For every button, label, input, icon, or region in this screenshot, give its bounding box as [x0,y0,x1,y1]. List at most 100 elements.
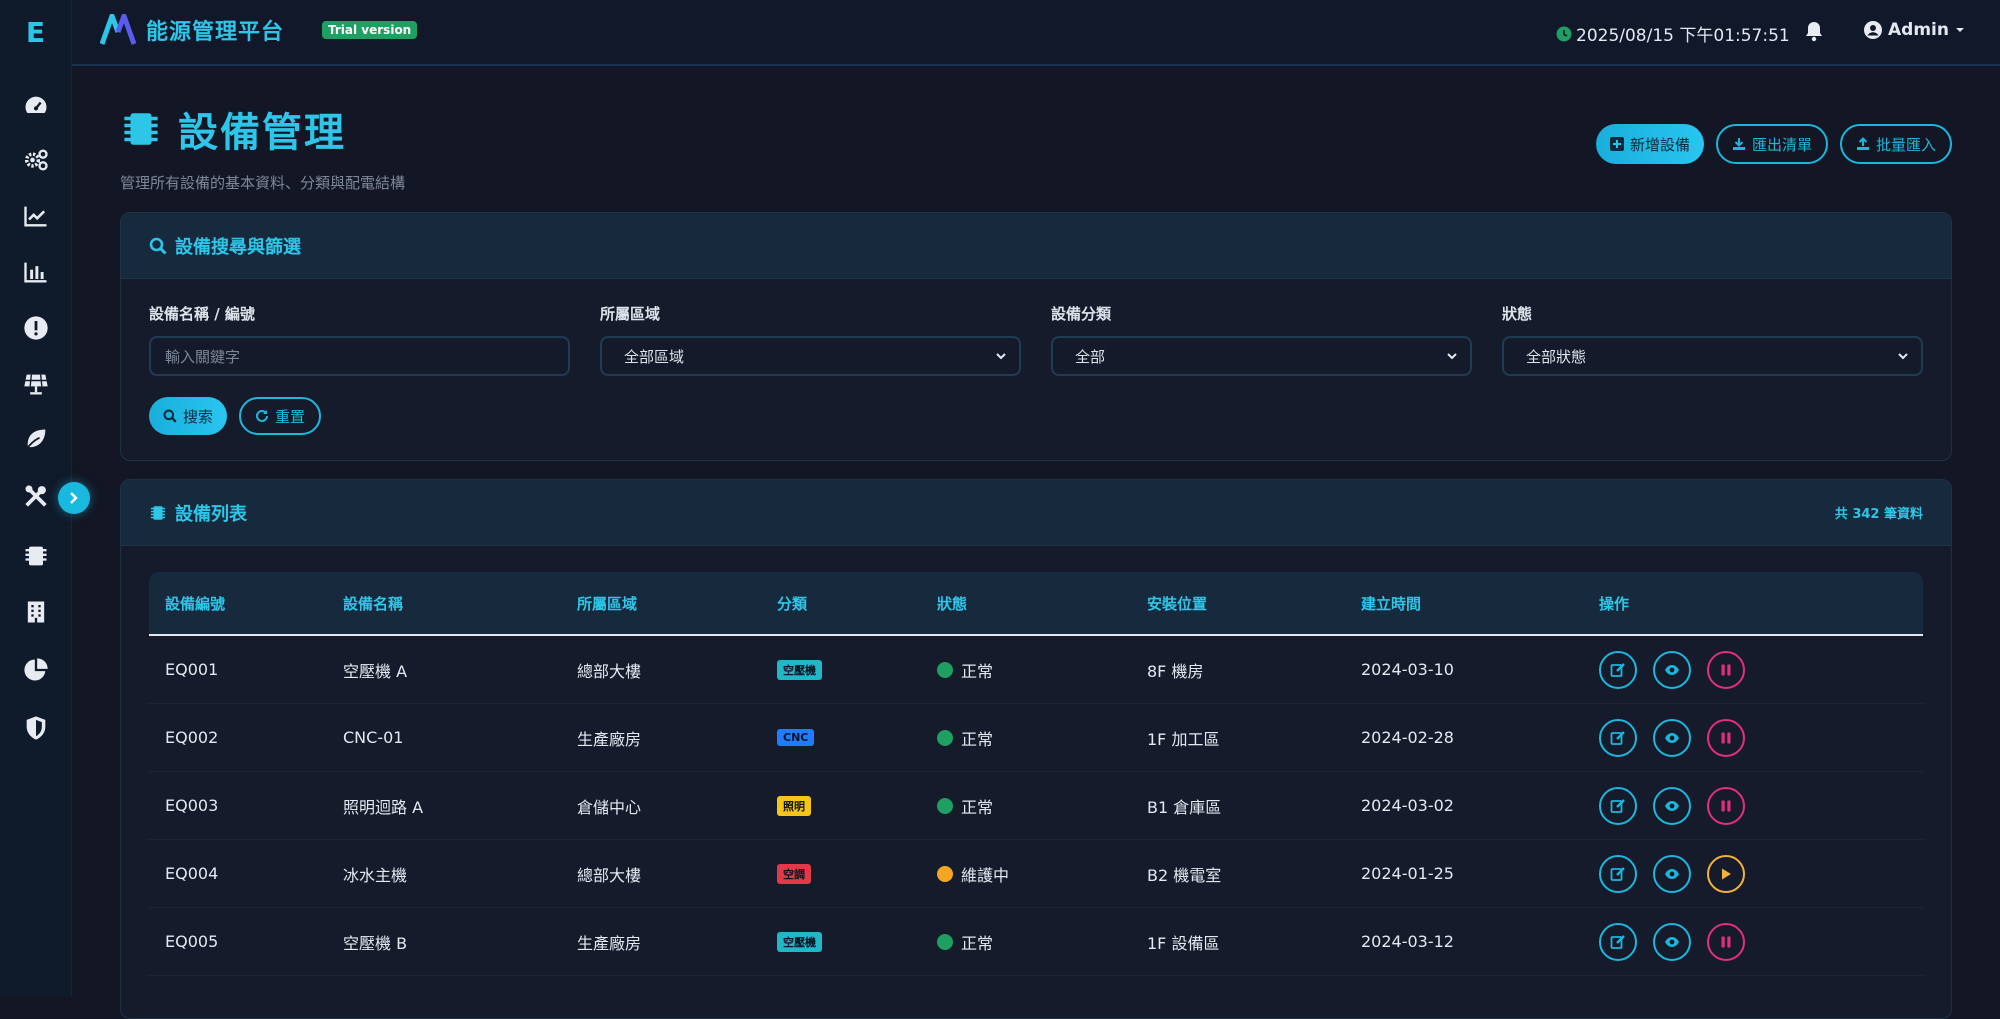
reset-button[interactable]: 重置 [239,397,322,435]
filter-title: 設備搜尋與篩選 [175,236,301,258]
chevron-down-icon [996,353,1006,360]
status-text: 正常 [961,933,994,953]
view-button[interactable] [1653,854,1691,893]
edit-button[interactable] [1599,650,1637,689]
view-button[interactable] [1653,718,1691,757]
user-menu[interactable]: Admin [1864,20,1965,40]
add-equipment-button[interactable]: 新增設備 [1595,124,1704,164]
export-list-button[interactable]: 匯出清單 [1715,124,1828,164]
user-circle-icon [1864,21,1882,39]
sidebar-item-carbon[interactable] [0,418,72,462]
sidebar-item-alerts[interactable] [0,306,72,350]
equipment-list-card: 設備列表 共 342 筆資料 設備編號 設備名稱 所屬區域 分類 狀態 安裝位置… [120,479,1952,1019]
cell-category: 空壓機 [777,659,937,680]
col-status[interactable]: 狀態 [937,593,1147,614]
bell-icon [1806,22,1822,42]
table-row[interactable]: EQ005 空壓機 B 生產廠房 空壓機 正常 1F 設備區 2024-03-1… [149,908,1923,976]
cell-status: 正常 [937,794,1147,818]
keyword-label: 設備名稱 / 編號 [149,305,255,323]
edit-button[interactable] [1599,922,1637,961]
app-logo[interactable]: E [0,0,71,64]
line-chart-icon [24,206,47,227]
cell-actions [1599,786,1923,825]
status-select[interactable]: 全部狀態 [1502,336,1923,376]
cell-area: 生產廠房 [577,729,642,749]
gears-icon [24,149,48,171]
sidebar-item-analysis[interactable] [0,648,72,692]
table-row[interactable]: EQ001 空壓機 A 總部大樓 空壓機 正常 8F 機房 2024-03-10 [149,636,1923,704]
edit-button[interactable] [1599,718,1637,757]
category-tag: 空壓機 [777,931,822,952]
keyword-input[interactable]: 輸入關鍵字 [149,336,570,376]
status-dot [937,729,953,746]
col-name[interactable]: 設備名稱 [343,593,577,614]
building-icon [27,601,45,623]
pause-icon [1721,732,1731,743]
page-title: 設備管理 [178,110,346,156]
sidebar-item-equipment[interactable] [0,534,72,578]
sidebar-expand-button[interactable] [58,482,90,514]
search-button[interactable]: 搜索 [149,397,228,435]
sidebar-item-security[interactable] [0,706,72,750]
status-dot [937,797,953,814]
user-name: Admin [1888,20,1949,40]
col-area[interactable]: 所屬區域 [577,593,777,614]
col-location[interactable]: 安裝位置 [1147,593,1361,614]
edit-icon [1610,662,1625,677]
cell-name: 照明迴路 A [343,797,424,817]
batch-import-button[interactable]: 批量匯入 [1839,124,1952,164]
category-label: 設備分類 [1051,305,1112,323]
cell-location: B1 倉庫區 [1147,797,1222,817]
view-button[interactable] [1653,786,1691,825]
view-button[interactable] [1653,922,1691,961]
cell-id: EQ003 [165,796,219,815]
edit-button[interactable] [1599,786,1637,825]
sidebar-item-settings[interactable] [0,138,72,182]
pause-button[interactable] [1707,786,1745,825]
status-text: 正常 [961,661,994,681]
table-row[interactable]: EQ002 CNC-01 生產廠房 CNC 正常 1F 加工區 2024-02-… [149,704,1923,772]
header-actions: 新增設備 匯出清單 批量匯入 [1595,124,1952,164]
view-button[interactable] [1653,650,1691,689]
cell-area: 生產廠房 [577,933,642,953]
table-row[interactable]: EQ004 冰水主機 總部大樓 空調 維護中 B2 機電室 2024-01-25 [149,840,1923,908]
col-created[interactable]: 建立時間 [1361,593,1599,614]
cell-id: EQ002 [165,728,219,747]
pause-button[interactable] [1707,718,1745,757]
cell-created: 2024-02-28 [1361,728,1454,747]
pause-button[interactable] [1707,650,1745,689]
filter-card: 設備搜尋與篩選 設備名稱 / 編號 輸入關鍵字 所屬區域 全部區域 設備分類 全… [120,212,1952,461]
brand[interactable]: 能源管理平台 Trial version [100,14,418,46]
table-row[interactable]: EQ003 照明迴路 A 倉儲中心 照明 正常 B1 倉庫區 2024-03-0… [149,772,1923,840]
sidebar-item-dashboard[interactable] [0,84,72,128]
status-dot [937,933,953,950]
col-category[interactable]: 分類 [777,593,937,614]
search-icon [149,237,167,255]
status-text: 維護中 [961,865,1010,885]
notification-button[interactable] [1804,20,1824,46]
sidebar-item-solar[interactable] [0,362,72,406]
tools-icon [25,485,47,507]
plus-square-icon [1609,137,1624,151]
sidebar-item-building[interactable] [0,590,72,634]
play-button[interactable] [1707,854,1745,893]
pause-button[interactable] [1707,922,1745,961]
col-id[interactable]: 設備編號 [149,593,343,614]
play-icon [1722,868,1731,879]
cell-actions [1599,854,1923,893]
sidebar-item-trend[interactable] [0,194,72,238]
status-text: 正常 [961,729,994,749]
edit-button[interactable] [1599,854,1637,893]
sidebar-item-report[interactable] [0,250,72,294]
cell-actions [1599,650,1923,689]
category-select[interactable]: 全部 [1051,336,1472,376]
record-count: 共 342 筆資料 [1834,507,1923,522]
area-select[interactable]: 全部區域 [600,336,1021,376]
alert-icon [24,316,48,340]
category-tag: 空壓機 [777,659,822,680]
cell-location: 1F 加工區 [1147,729,1220,749]
page-subtitle: 管理所有設備的基本資料、分類與配電結構 [120,174,406,192]
chip-icon [124,113,158,145]
eye-icon [1665,732,1679,743]
cell-actions [1599,718,1923,757]
